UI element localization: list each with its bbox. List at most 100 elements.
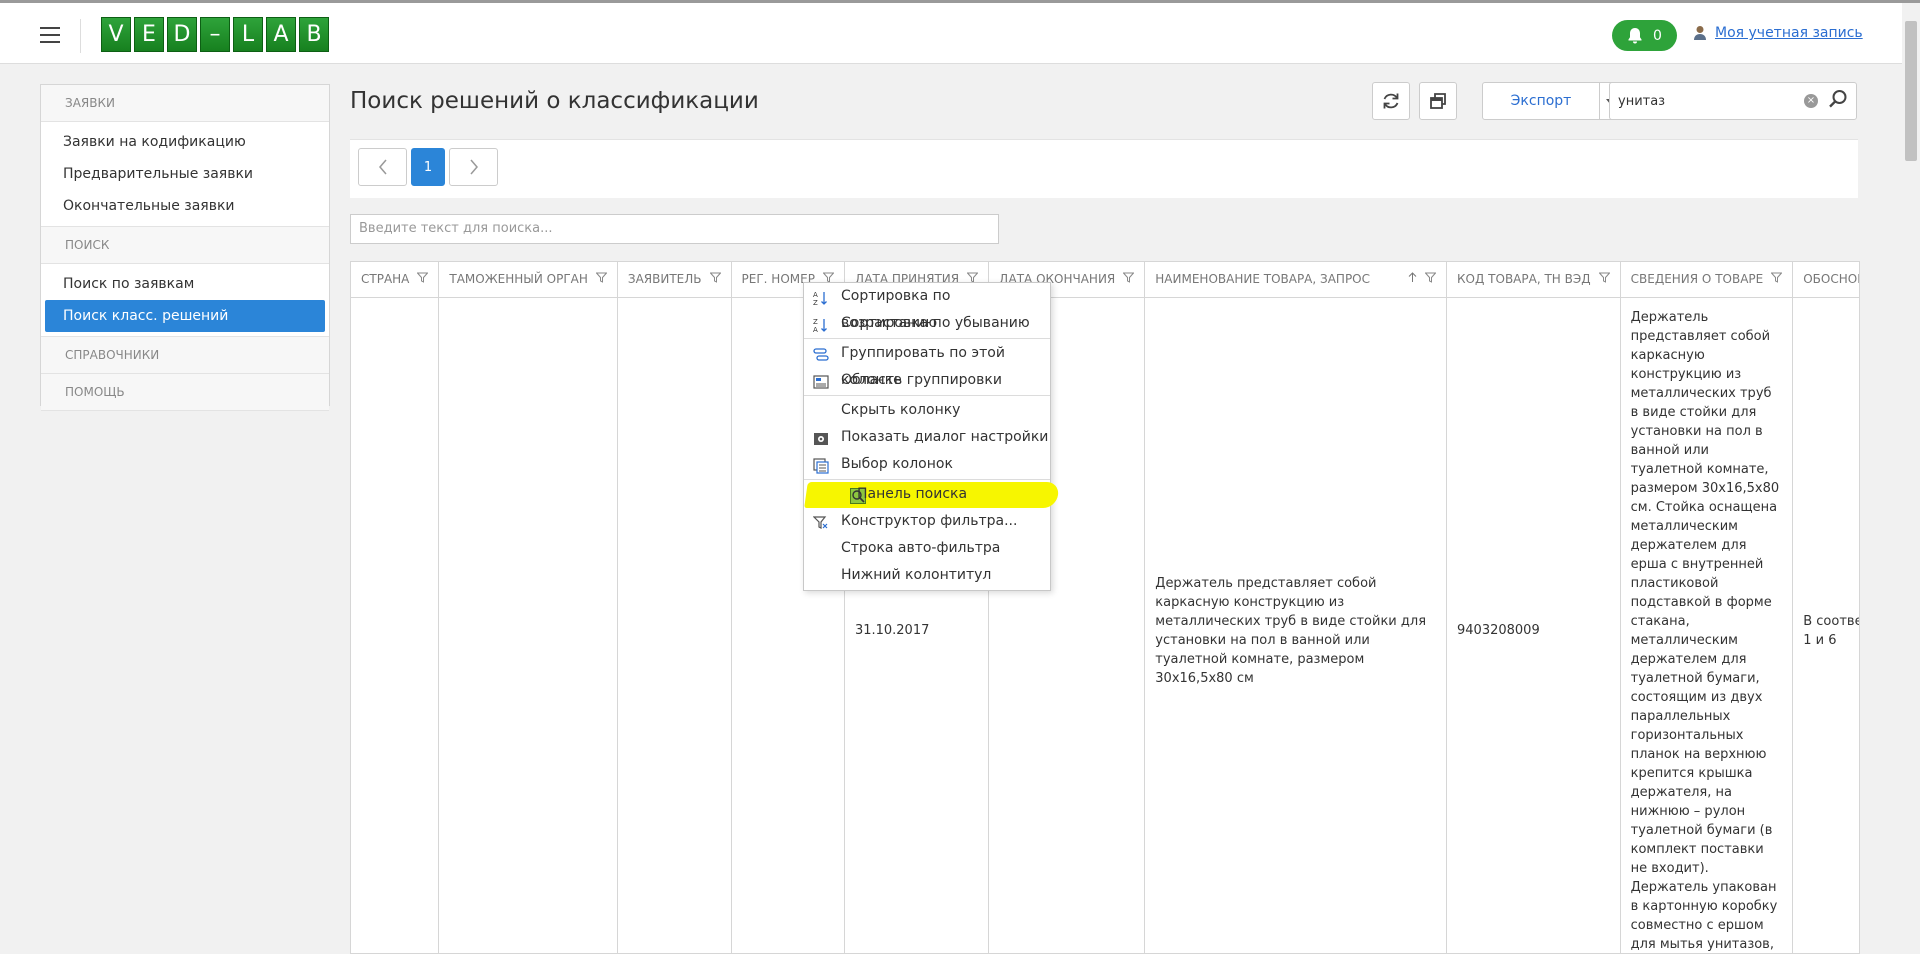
settings-dialog-icon bbox=[813, 430, 829, 446]
header-divider bbox=[80, 19, 81, 53]
column-header-label: ЗАЯВИТЕЛЬ bbox=[627, 272, 702, 287]
context-menu-label: Строка авто-фильтра bbox=[841, 540, 1001, 556]
filter-icon[interactable] bbox=[708, 272, 722, 286]
export-button[interactable]: Экспорт bbox=[1482, 82, 1600, 120]
scroll-thumb[interactable] bbox=[1905, 21, 1917, 161]
pager-next-button[interactable] bbox=[449, 148, 498, 186]
cell-basis: В соответствии с ОПИ 1 и 6 bbox=[1792, 297, 1859, 953]
notifications-button[interactable]: 0 bbox=[1612, 20, 1677, 51]
context-menu-item[interactable]: Выбор колонок bbox=[804, 451, 1050, 478]
cell-country bbox=[351, 297, 440, 953]
filter-icon[interactable] bbox=[1122, 272, 1135, 286]
context-menu-item[interactable]: Нижний колонтитул bbox=[804, 562, 1050, 589]
filter-icon[interactable] bbox=[416, 272, 430, 286]
cell-applicant bbox=[617, 297, 732, 953]
results-table: СТРАНА ТАМОЖЕННЫЙ ОРГАН ЗАЯВИТЕЛЬ РЕГ. НОМЕ… bbox=[350, 261, 1860, 954]
column-header[interactable]: КОД ТОВАРА, ТН ВЭД bbox=[1446, 262, 1621, 298]
refresh-icon bbox=[1383, 93, 1399, 109]
column-header-label: СТРАНА bbox=[361, 272, 410, 287]
top-search-value: унитаз bbox=[1618, 93, 1666, 109]
context-menu-label: Сортировка по убыванию bbox=[841, 315, 1030, 331]
filter-icon[interactable] bbox=[595, 272, 608, 286]
context-menu-item[interactable]: Скрыть колонку bbox=[804, 397, 1050, 424]
context-menu-item[interactable]: Область группировки bbox=[804, 367, 1050, 394]
column-context-menu: A Z Сортировка по возрастанию Z A Сортировка … bbox=[803, 282, 1051, 591]
page-scrollbar[interactable] bbox=[1902, 3, 1920, 954]
column-header[interactable]: ОБОСНОВАНИЕ РЕШЕНИЯ bbox=[1792, 262, 1859, 298]
column-header-label: СВЕДЕНИЯ О ТОВАРЕ bbox=[1630, 272, 1764, 287]
column-header[interactable]: НАИМЕНОВАНИЕ ТОВАРА, ЗАПРОС bbox=[1144, 262, 1448, 298]
column-header-label: НАИМЕНОВАНИЕ ТОВАРА, ЗАПРОС bbox=[1155, 272, 1371, 287]
cell-product-name: Держатель представляет собой каркасную к… bbox=[1144, 297, 1448, 953]
svg-text:A: A bbox=[813, 291, 818, 299]
column-header[interactable]: СВЕДЕНИЯ О ТОВАРЕ bbox=[1620, 262, 1794, 298]
sidebar-section-title[interactable]: СПРАВОЧНИКИ bbox=[41, 337, 329, 374]
logo-letter: B bbox=[299, 17, 329, 52]
context-menu-label: Панель поиска bbox=[857, 486, 968, 502]
grid-search-input[interactable]: Введите текст для поиска... bbox=[350, 214, 999, 244]
sidebar-section-title[interactable]: ПОИСК bbox=[41, 227, 329, 264]
restore-layout-button[interactable] bbox=[1419, 82, 1457, 120]
sidebar-section-title[interactable]: ЗАЯВКИ bbox=[41, 85, 329, 122]
cell-customs bbox=[438, 297, 618, 953]
sidebar-section-title[interactable]: ПОМОЩЬ bbox=[41, 374, 329, 411]
context-menu-label: Выбор колонок bbox=[841, 456, 953, 472]
sidebar-item[interactable]: Заявки на кодификацию bbox=[41, 126, 329, 158]
context-menu-label: Конструктор фильтра... bbox=[841, 513, 1018, 529]
sidebar: ЗАЯВКИ Заявки на кодификацию Предварительн… bbox=[40, 84, 330, 411]
svg-text:Z: Z bbox=[813, 299, 818, 306]
column-header-label: КОД ТОВАРА, ТН ВЭД bbox=[1457, 272, 1591, 287]
context-menu-item[interactable]: Панель поиска bbox=[804, 481, 1050, 508]
context-menu-item[interactable]: Группировать по этой колонке bbox=[804, 340, 1050, 388]
column-header[interactable]: ТАМОЖЕННЫЙ ОРГАН bbox=[438, 262, 618, 298]
svg-text:Z: Z bbox=[813, 318, 818, 326]
column-header[interactable]: ЗАЯВИТЕЛЬ bbox=[617, 262, 732, 298]
sidebar-item[interactable]: Поиск класс. решений bbox=[45, 300, 325, 332]
logo-letter: V bbox=[101, 17, 131, 52]
context-menu-item[interactable]: Конструктор фильтра... bbox=[804, 508, 1050, 535]
context-menu-label: Скрыть колонку bbox=[841, 402, 961, 418]
pager-page-1[interactable]: 1 bbox=[411, 148, 445, 186]
context-menu-item[interactable]: Z A Сортировка по убыванию bbox=[804, 310, 1050, 337]
logo-letter: D bbox=[167, 17, 197, 52]
menu-separator bbox=[804, 395, 1050, 396]
filter-builder-icon bbox=[812, 514, 829, 530]
sort-ascending-icon bbox=[1408, 272, 1417, 286]
pager-prev-button[interactable] bbox=[358, 148, 407, 186]
group-panel-icon bbox=[813, 373, 829, 389]
column-header-content: КОД ТОВАРА, ТН ВЭД bbox=[1457, 272, 1611, 287]
sidebar-item[interactable]: Окончательные заявки bbox=[41, 190, 329, 222]
logo[interactable]: V E D – L A B bbox=[101, 17, 329, 52]
clear-search-icon[interactable]: × bbox=[1804, 94, 1818, 108]
column-header-content: ЗАЯВИТЕЛЬ bbox=[627, 272, 722, 287]
filter-icon[interactable] bbox=[1598, 272, 1611, 286]
sidebar-section-items: Поиск по заявкам Поиск класс. решений bbox=[41, 264, 329, 337]
logo-letter: A bbox=[266, 17, 296, 52]
context-menu-item[interactable]: A Z Сортировка по возрастанию bbox=[804, 283, 1050, 331]
context-menu-label: Показать диалог настройки bbox=[841, 429, 1049, 445]
menu-toggle-icon[interactable] bbox=[40, 27, 60, 43]
notifications-count: 0 bbox=[1653, 27, 1662, 44]
column-chooser-icon bbox=[813, 457, 829, 474]
sidebar-item[interactable]: Предварительные заявки bbox=[41, 158, 329, 190]
filter-icon[interactable] bbox=[1770, 272, 1783, 286]
user-icon bbox=[1694, 26, 1706, 40]
window-restore-icon bbox=[1430, 93, 1446, 109]
search-icon[interactable] bbox=[1828, 89, 1848, 113]
column-header-content: ОБОСНОВАНИЕ РЕШЕНИЯ bbox=[1803, 272, 1859, 286]
context-menu-item[interactable]: Показать диалог настройки bbox=[804, 424, 1050, 451]
page-title: Поиск решений о классификации bbox=[350, 88, 759, 114]
sort-desc-icon: ZA bbox=[813, 316, 829, 334]
column-header[interactable]: СТРАНА bbox=[351, 262, 440, 298]
top-search-input[interactable]: унитаз × bbox=[1609, 82, 1857, 120]
context-menu-item[interactable]: Строка авто-фильтра bbox=[804, 535, 1050, 562]
filter-icon[interactable] bbox=[1424, 272, 1437, 286]
refresh-button[interactable] bbox=[1372, 82, 1410, 120]
logo-letter: – bbox=[200, 17, 230, 52]
table-row[interactable]: 31.10.2017 Держатель представляет собой … bbox=[351, 297, 1859, 953]
logo-letter: L bbox=[233, 17, 263, 52]
column-header-content: НАИМЕНОВАНИЕ ТОВАРА, ЗАПРОС bbox=[1155, 272, 1437, 287]
table-header-row: СТРАНА ТАМОЖЕННЫЙ ОРГАН ЗАЯВИТЕЛЬ РЕГ. НОМЕ… bbox=[351, 262, 1859, 298]
account-link[interactable]: Моя учетная запись bbox=[1693, 25, 1863, 41]
sidebar-item[interactable]: Поиск по заявкам bbox=[41, 268, 329, 300]
